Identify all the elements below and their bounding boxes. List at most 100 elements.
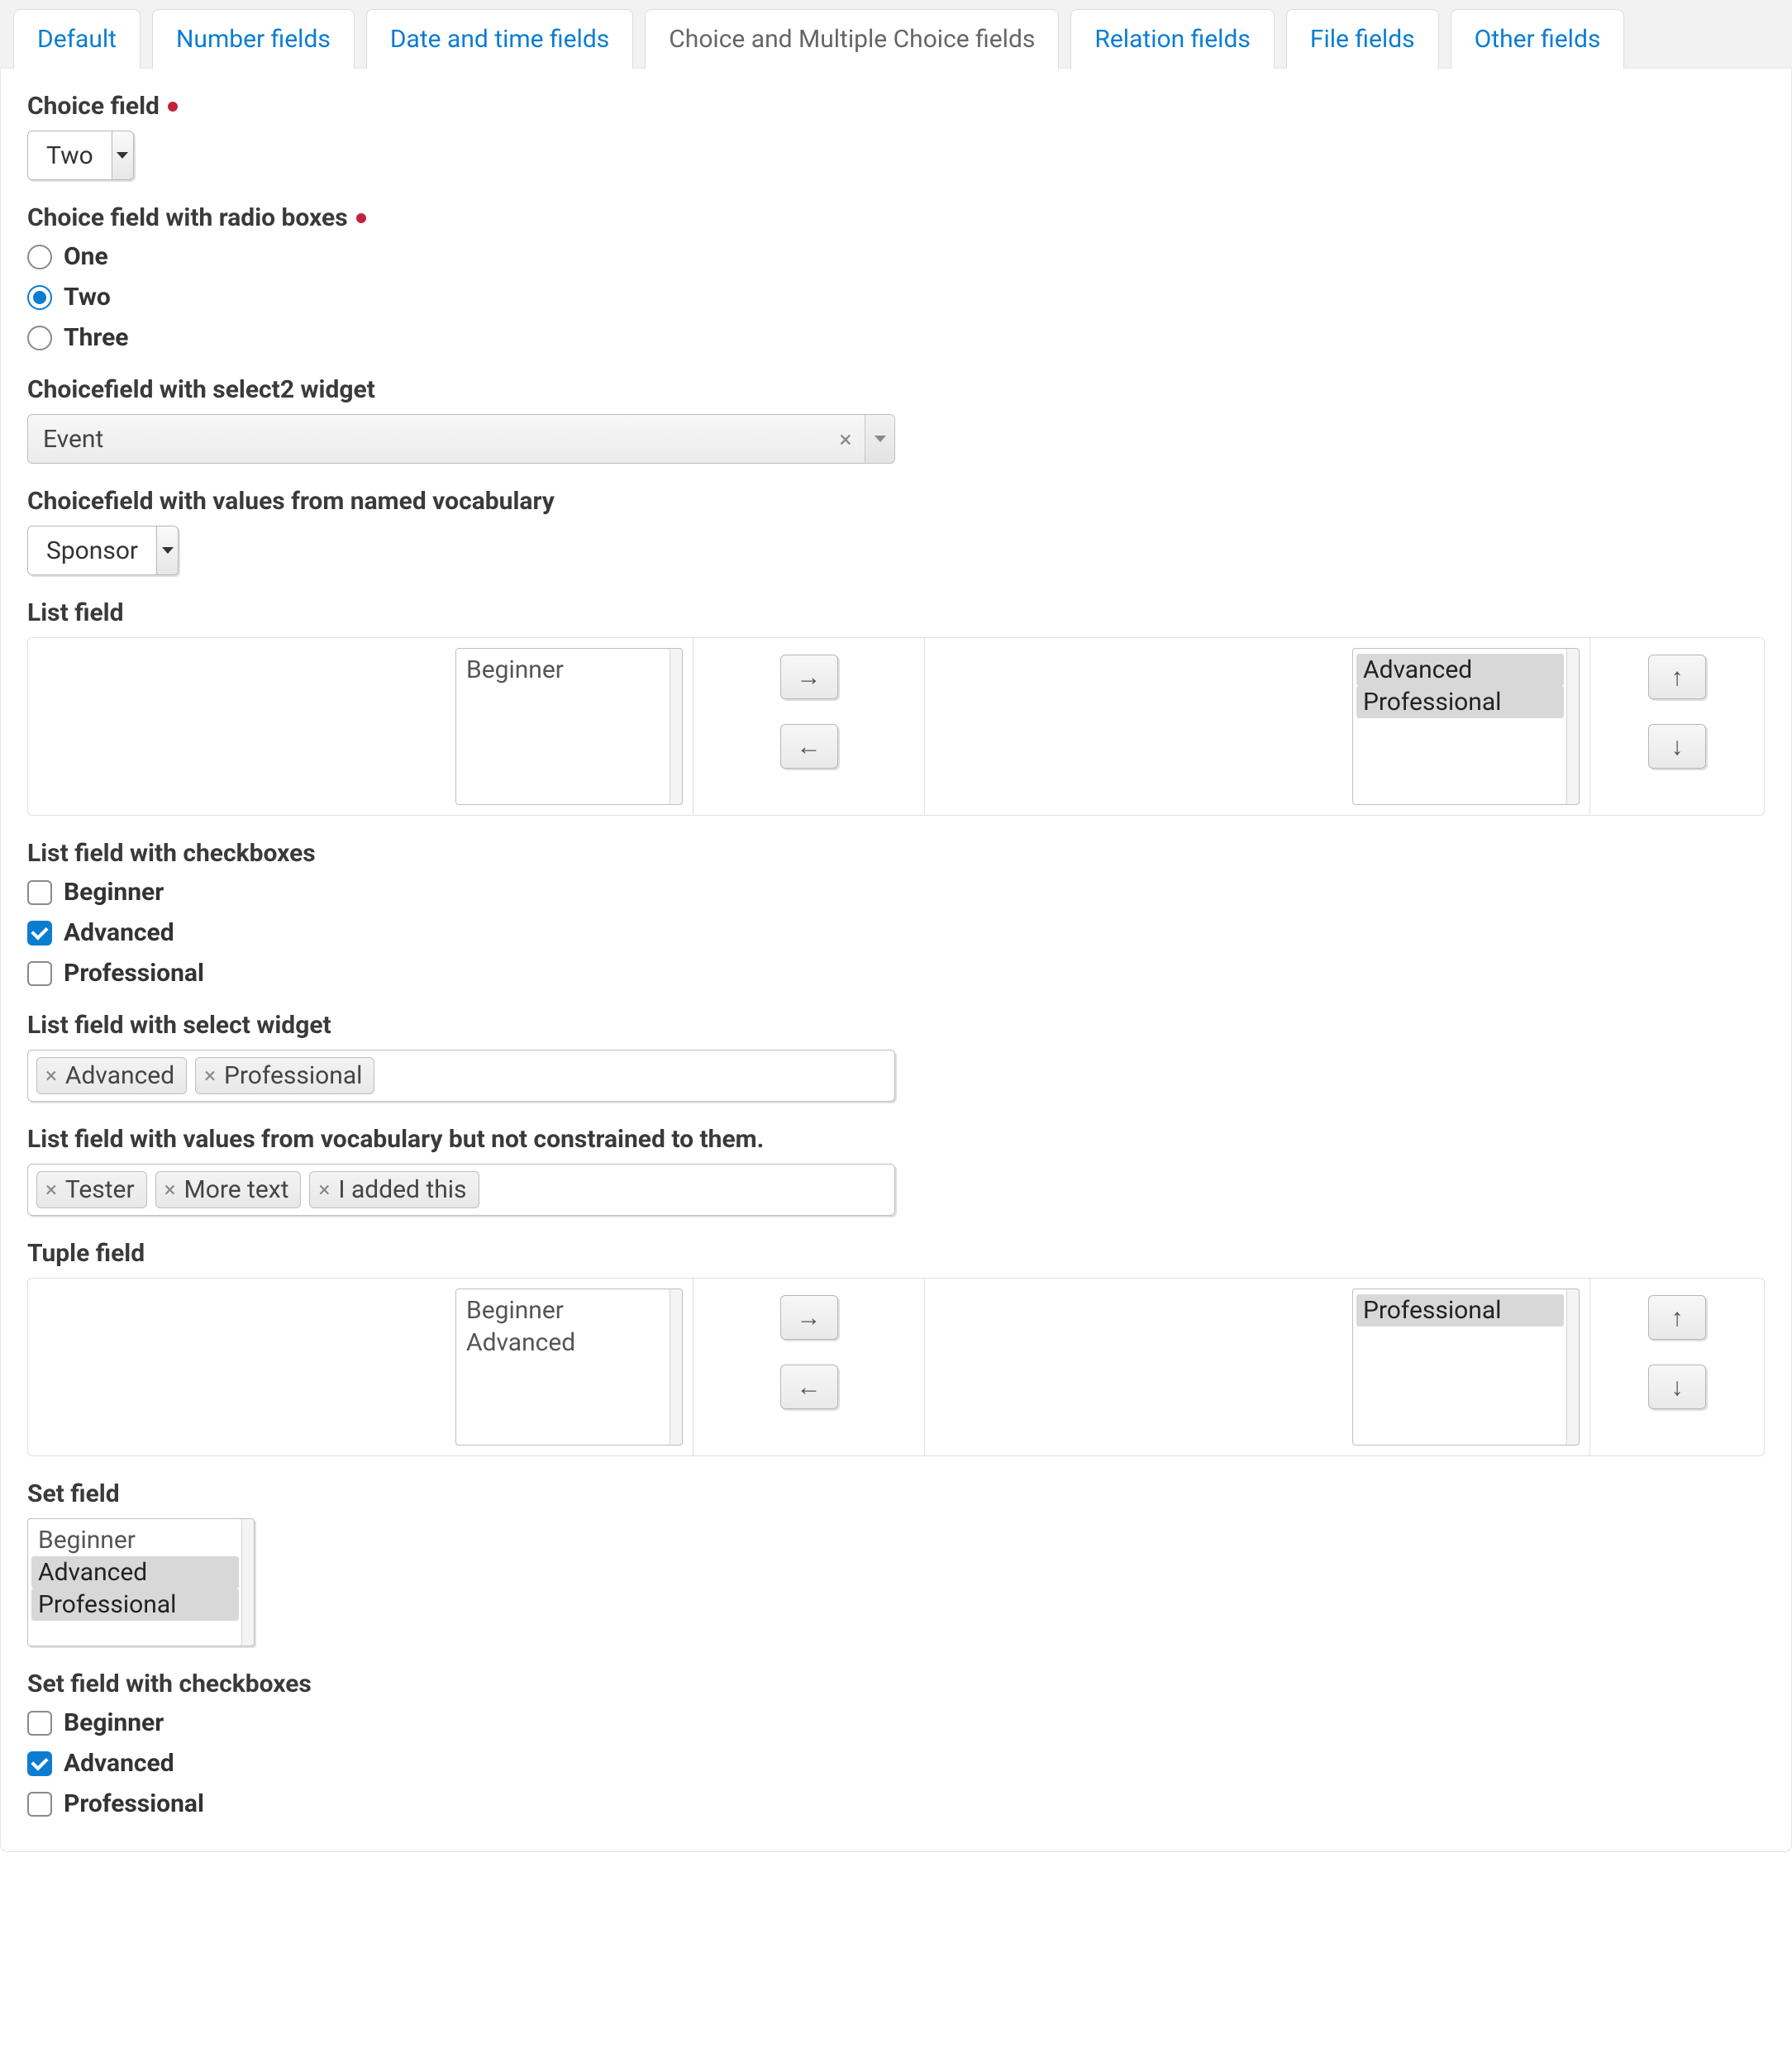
move-down-button[interactable]: ↓ [1648,1365,1706,1409]
field-vocab: Choicefield with values from named vocab… [27,487,1765,575]
tuple-transfer: Beginner Advanced → ← Professional ↑ ↓ [27,1278,1765,1456]
radio-icon [27,245,52,269]
field-listvocab: List field with values from vocabulary b… [27,1125,1765,1216]
choice-select[interactable]: Two [27,131,134,180]
tabbar: Default Number fields Date and time fiel… [0,0,1792,69]
listfield-available[interactable]: Beginner [455,648,683,805]
checkbox-label: Professional [64,959,204,988]
label-radio: Choice field with radio boxes [27,203,1765,232]
label-listfield: List field [27,598,1765,627]
required-dot-icon [356,213,366,223]
label-text: Choice field with radio boxes [27,203,348,232]
move-right-button[interactable]: → [780,1295,838,1340]
field-tuple: Tuple field Beginner Advanced → ← Profes… [27,1239,1765,1456]
listfield-transfer: Beginner → ← Advanced Professional ↑ ↓ [27,637,1765,816]
checkbox-icon [27,880,52,905]
list-item[interactable]: Beginner [460,654,679,686]
required-dot-icon [168,102,178,112]
token-label: I added this [338,1175,466,1204]
label-listvocab: List field with values from vocabulary b… [27,1125,1765,1154]
chevron-down-icon [156,526,178,574]
token[interactable]: × Tester [36,1171,147,1208]
checkbox-option-advanced[interactable]: Advanced [27,1749,1765,1778]
checkbox-label: Beginner [64,878,164,907]
checkbox-option-advanced[interactable]: Advanced [27,918,1765,947]
move-up-button[interactable]: ↑ [1648,655,1706,699]
listvocab-input[interactable]: × Tester × More text × I added this [27,1164,895,1216]
field-select2: Choicefield with select2 widget Event × [27,375,1765,464]
chevron-down-icon[interactable] [865,415,894,463]
field-radio: Choice field with radio boxes One Two Th… [27,203,1765,352]
token[interactable]: × Advanced [36,1057,187,1094]
list-item[interactable]: Advanced [1356,654,1564,686]
listselect-input[interactable]: × Advanced × Professional [27,1050,895,1102]
close-icon[interactable]: × [45,1064,57,1088]
radio-option-three[interactable]: Three [27,323,1765,352]
select2-value: Event [28,415,827,463]
tab-file-fields[interactable]: File fields [1286,9,1439,69]
tuple-chosen[interactable]: Professional [1352,1288,1580,1446]
close-icon[interactable]: × [204,1064,216,1088]
checkbox-icon [27,1792,52,1817]
choice-select-value: Two [28,131,112,179]
listfield-chosen[interactable]: Advanced Professional [1352,648,1580,805]
set-listbox[interactable]: Beginner Advanced Professional [27,1518,255,1646]
checkbox-option-professional[interactable]: Professional [27,959,1765,988]
checkbox-option-beginner[interactable]: Beginner [27,878,1765,907]
token[interactable]: × More text [155,1171,302,1208]
list-item[interactable]: Beginner [31,1524,250,1556]
list-item[interactable]: Beginner [460,1294,679,1327]
vocab-select[interactable]: Sponsor [27,526,179,575]
radio-option-one[interactable]: One [27,242,1765,271]
checkbox-option-beginner[interactable]: Beginner [27,1708,1765,1737]
token-label: Tester [65,1175,135,1204]
move-down-button[interactable]: ↓ [1648,724,1706,769]
move-up-button[interactable]: ↑ [1648,1295,1706,1340]
field-set: Set field Beginner Advanced Professional [27,1479,1765,1646]
checkbox-icon [27,921,52,945]
select2-combo[interactable]: Event × [27,414,895,464]
move-left-button[interactable]: ← [780,1365,838,1409]
close-icon[interactable]: × [827,415,865,463]
list-item[interactable]: Professional [1356,686,1564,718]
list-item[interactable]: Advanced [460,1327,679,1359]
move-right-button[interactable]: → [780,655,838,699]
tab-choice-fields[interactable]: Choice and Multiple Choice fields [645,9,1059,69]
label-listcheck: List field with checkboxes [27,839,1765,868]
label-setcheck: Set field with checkboxes [27,1670,1765,1698]
field-listcheck: List field with checkboxes Beginner Adva… [27,839,1765,988]
close-icon[interactable]: × [164,1178,176,1203]
field-listselect: List field with select widget × Advanced… [27,1011,1765,1102]
chevron-down-icon [112,131,133,179]
tab-default[interactable]: Default [13,9,141,69]
list-item[interactable]: Professional [31,1589,239,1621]
checkbox-label: Advanced [64,918,174,947]
list-item[interactable]: Professional [1356,1294,1564,1327]
label-tuple: Tuple field [27,1239,1765,1268]
close-icon[interactable]: × [318,1178,330,1203]
tuple-available[interactable]: Beginner Advanced [455,1288,683,1446]
token-label: More text [184,1175,289,1204]
checkbox-option-professional[interactable]: Professional [27,1789,1765,1818]
radio-option-two[interactable]: Two [27,283,1765,312]
radio-label: Three [64,323,129,352]
label-vocab: Choicefield with values from named vocab… [27,487,1765,516]
label-listselect: List field with select widget [27,1011,1765,1040]
tab-other-fields[interactable]: Other fields [1451,9,1625,69]
panel-choice-fields: Choice field Two Choice field with radio… [0,69,1792,1852]
checkbox-icon [27,1711,52,1736]
field-listfield: List field Beginner → ← Advanced Profess… [27,598,1765,816]
radio-icon [27,326,52,350]
token[interactable]: × I added this [309,1171,479,1208]
label-text: Choice field [27,92,160,121]
list-item[interactable]: Advanced [31,1556,239,1589]
vocab-select-value: Sponsor [28,526,156,574]
token[interactable]: × Professional [195,1057,374,1094]
tab-date-time-fields[interactable]: Date and time fields [366,9,633,69]
radio-label: One [64,242,108,271]
tab-relation-fields[interactable]: Relation fields [1070,9,1274,69]
move-left-button[interactable]: ← [780,724,838,769]
close-icon[interactable]: × [45,1178,57,1203]
token-label: Professional [224,1061,362,1090]
tab-number-fields[interactable]: Number fields [152,9,355,69]
